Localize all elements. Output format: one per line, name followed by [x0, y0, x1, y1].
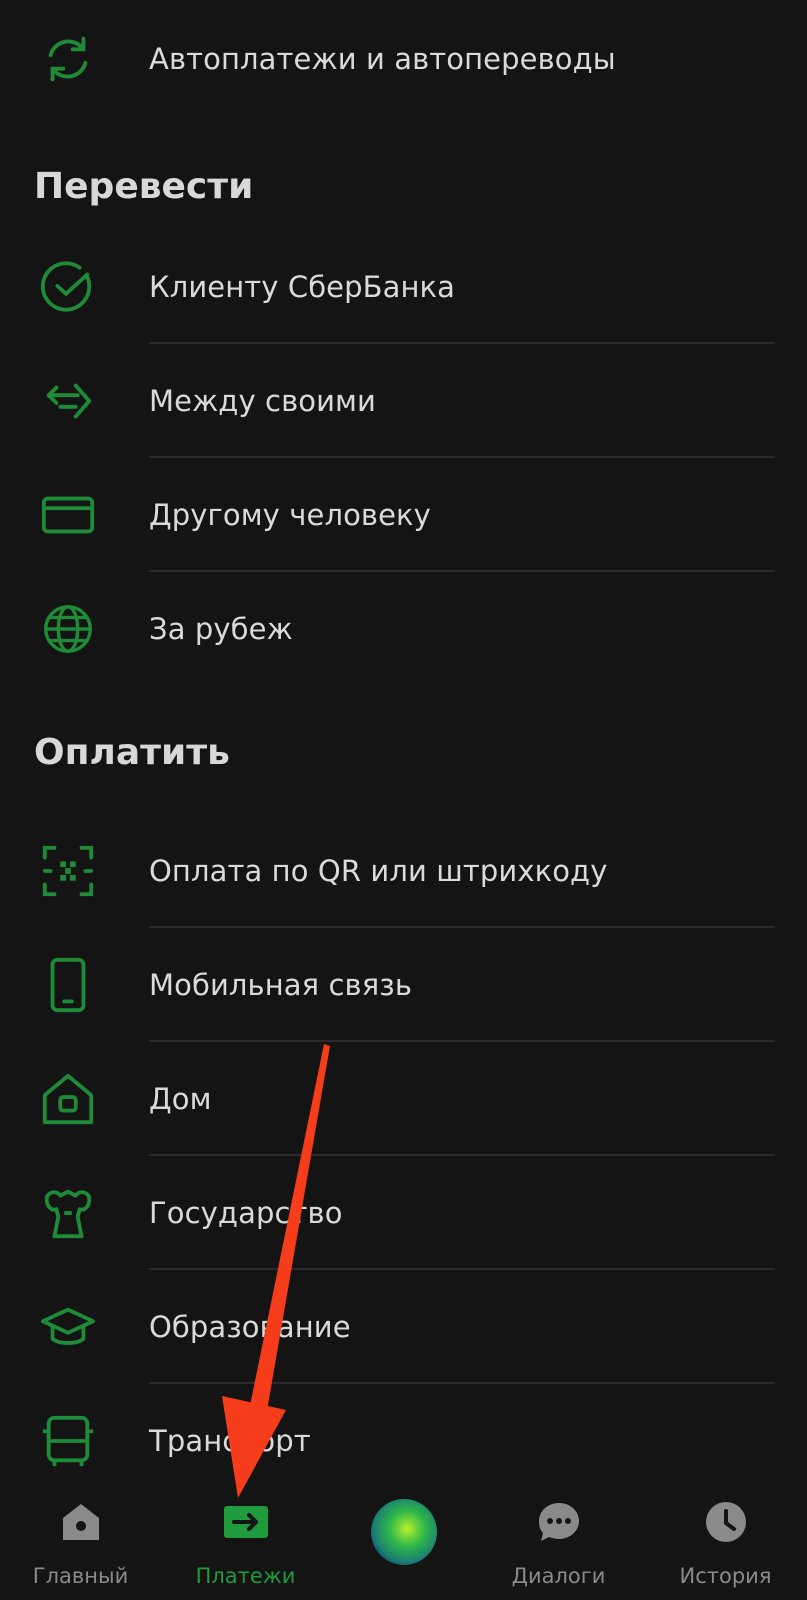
transfer-item-other-person[interactable]: Другому человеку: [0, 458, 807, 572]
transfer-item-abroad[interactable]: За рубеж: [0, 572, 807, 686]
autopayments-label: Автоплатежи и автопереводы: [149, 42, 616, 76]
autopayments-item[interactable]: Автоплатежи и автопереводы: [0, 2, 807, 116]
payments-arrow-icon: [222, 1498, 270, 1546]
nav-label-main: Главный: [32, 1564, 129, 1588]
pay-item-home[interactable]: Дом: [0, 1042, 807, 1156]
qr-scan-icon: [38, 841, 98, 901]
bus-icon: [38, 1411, 98, 1471]
autopay-refresh-icon: [38, 29, 98, 89]
pay-item-label: Государство: [149, 1196, 343, 1230]
home-nav-icon: [57, 1498, 105, 1546]
pay-item-label: Мобильная связь: [149, 968, 413, 1002]
arrows-exchange-icon: [38, 371, 98, 431]
assistant-orb-icon: [368, 1496, 440, 1568]
section-title-transfer: Перевести: [34, 166, 254, 207]
home-icon: [38, 1069, 98, 1129]
pay-item-state[interactable]: Государство: [0, 1156, 807, 1270]
pay-item-mobile[interactable]: Мобильная связь: [0, 928, 807, 1042]
phone-icon: [38, 955, 98, 1015]
pay-item-qr[interactable]: Оплата по QR или штрихкоду: [0, 814, 807, 928]
pay-item-label: Транспорт: [149, 1424, 311, 1458]
transfer-item-label: Другому человеку: [149, 498, 431, 532]
payments-screen: Автоплатежи и автопереводы Перевести Кли…: [0, 0, 807, 1600]
transfer-item-label: Клиенту СберБанка: [149, 270, 456, 304]
bottom-navigation: Главный Платежи Диалоги История: [0, 1476, 807, 1600]
nav-item-history[interactable]: История: [645, 1476, 806, 1600]
sber-logo-icon: [38, 257, 98, 317]
card-icon: [38, 485, 98, 545]
globe-icon: [38, 599, 98, 659]
pay-item-label: Образование: [149, 1310, 351, 1344]
state-emblem-icon: [38, 1183, 98, 1243]
nav-item-payments[interactable]: Платежи: [165, 1476, 326, 1600]
transfer-item-sber-client[interactable]: Клиенту СберБанка: [0, 230, 807, 344]
nav-label-history: История: [679, 1564, 772, 1588]
clock-icon: [702, 1498, 750, 1546]
chat-icon: [535, 1498, 583, 1546]
nav-item-assistant[interactable]: [323, 1476, 484, 1600]
transfer-item-label: За рубеж: [149, 612, 293, 646]
pay-item-label: Дом: [149, 1082, 212, 1116]
nav-label-payments: Платежи: [195, 1564, 296, 1588]
pay-item-education[interactable]: Образование: [0, 1270, 807, 1384]
nav-label-dialogs: Диалоги: [511, 1564, 606, 1588]
nav-item-main[interactable]: Главный: [0, 1476, 161, 1600]
section-title-pay: Оплатить: [34, 732, 230, 773]
transfer-item-between-own[interactable]: Между своими: [0, 344, 807, 458]
nav-item-dialogs[interactable]: Диалоги: [478, 1476, 639, 1600]
graduation-cap-icon: [38, 1297, 98, 1357]
transfer-item-label: Между своими: [149, 384, 376, 418]
pay-item-label: Оплата по QR или штрихкоду: [149, 854, 608, 888]
